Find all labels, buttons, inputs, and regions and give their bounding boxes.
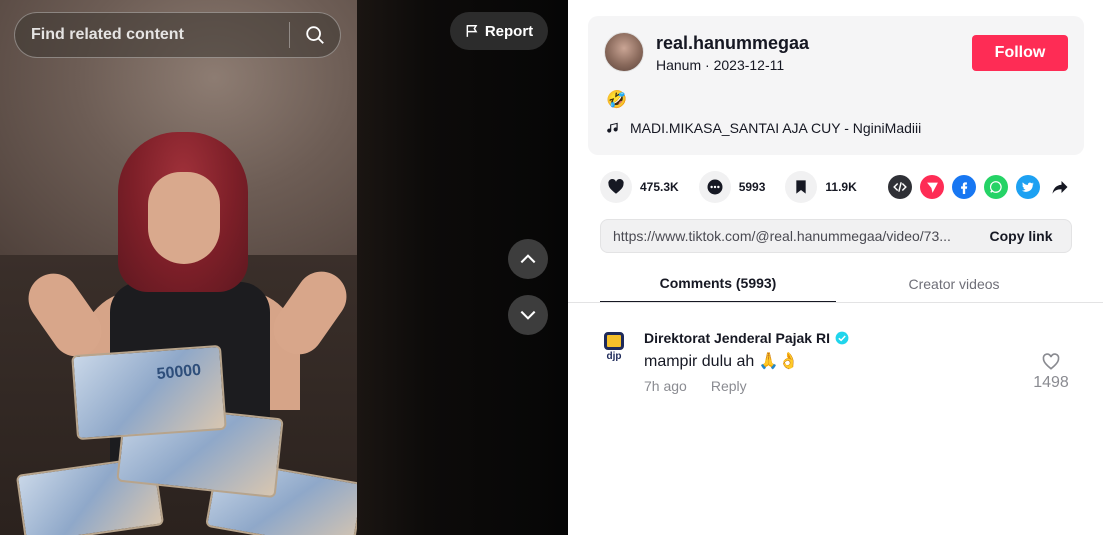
whatsapp-icon[interactable] xyxy=(984,175,1008,199)
search-button[interactable] xyxy=(290,12,340,58)
embed-icon[interactable] xyxy=(888,175,912,199)
like-button[interactable]: 475.3K xyxy=(600,171,679,203)
djp-logo-icon xyxy=(604,332,624,350)
comment-text: mampir dulu ah 🙏👌 xyxy=(644,353,799,370)
send-icon[interactable] xyxy=(920,175,944,199)
comment-count: 5993 xyxy=(738,180,766,194)
facebook-f-icon xyxy=(961,182,968,194)
related-search-input[interactable] xyxy=(15,26,289,44)
like-count: 475.3K xyxy=(640,180,679,194)
banknote-label: 50000 xyxy=(155,361,202,384)
next-video-button[interactable] xyxy=(508,295,548,335)
like-icon-wrap xyxy=(600,171,632,203)
comment-like-count: 1498 xyxy=(1033,374,1069,391)
music-link[interactable]: MADI.MIKASA_SANTAI AJA CUY - NginiMadiii xyxy=(606,120,921,136)
comment-like-button[interactable]: 1498 xyxy=(1030,352,1072,392)
money-stack: 50000 xyxy=(71,344,227,441)
video-info-panel: real.hanummegaa Hanum · 2023-12-11 Follo… xyxy=(568,0,1103,535)
previous-video-button[interactable] xyxy=(508,239,548,279)
author-card: real.hanummegaa Hanum · 2023-12-11 Follo… xyxy=(588,16,1084,155)
flag-icon xyxy=(466,25,478,37)
music-note-icon xyxy=(607,122,618,133)
comment-meta: 7h ago Reply xyxy=(644,378,747,394)
author-nickname: Hanum xyxy=(656,57,702,73)
action-bar: 475.3K 5993 11.9K xyxy=(600,171,877,203)
reply-button[interactable]: Reply xyxy=(711,378,747,394)
paper-plane-icon xyxy=(926,182,938,193)
twitter-bird-icon xyxy=(1021,182,1034,192)
video-url[interactable]: https://www.tiktok.com/@real.hanummegaa/… xyxy=(601,228,971,244)
twitter-icon[interactable] xyxy=(1016,175,1040,199)
chevron-down-icon xyxy=(520,310,536,320)
comment-time: 7h ago xyxy=(644,378,687,394)
panel-tabs: Comments (5993) Creator videos xyxy=(600,265,1072,303)
comment-button[interactable]: 5993 xyxy=(698,171,766,203)
post-date: 2023-12-11 xyxy=(713,57,785,73)
tab-creator-videos[interactable]: Creator videos xyxy=(836,265,1072,303)
nick-separator: · xyxy=(701,57,714,73)
save-button[interactable]: 11.9K xyxy=(785,171,857,203)
tabs-divider xyxy=(568,302,1103,303)
tiktok-video-page: 50000 Report xyxy=(0,0,1103,535)
video-frame[interactable]: 50000 xyxy=(0,0,357,535)
comment-icon xyxy=(707,179,723,195)
share-arrow-icon[interactable] xyxy=(1048,175,1072,199)
share-row xyxy=(888,175,1072,199)
commenter-avatar[interactable]: djp xyxy=(600,332,628,368)
forward-arrow-icon xyxy=(1052,181,1068,194)
code-brackets-icon xyxy=(893,182,907,192)
report-label: Report xyxy=(484,22,534,40)
whatsapp-phone-icon xyxy=(989,181,1002,193)
follow-button[interactable]: Follow xyxy=(972,35,1068,71)
music-title: MADI.MIKASA_SANTAI AJA CUY - NginiMadiii xyxy=(630,120,922,136)
related-search-box[interactable] xyxy=(14,12,341,58)
save-count: 11.9K xyxy=(825,180,857,194)
verified-badge-icon xyxy=(835,331,849,345)
author-avatar[interactable] xyxy=(604,32,644,72)
report-button[interactable]: Report xyxy=(450,12,548,50)
person-face xyxy=(148,172,220,264)
commenter-name-row: Direktorat Jenderal Pajak RI xyxy=(644,330,849,346)
save-icon-wrap xyxy=(785,171,818,203)
video-player[interactable]: 50000 Report xyxy=(0,0,568,535)
chevron-up-icon xyxy=(520,254,536,264)
video-description: 🤣 xyxy=(606,90,628,109)
facebook-icon[interactable] xyxy=(952,175,976,199)
copy-link-button[interactable]: Copy link xyxy=(971,220,1071,252)
heart-icon xyxy=(608,178,624,194)
heart-outline-icon xyxy=(1042,353,1060,370)
comment-icon-wrap xyxy=(698,171,731,203)
search-icon xyxy=(306,26,324,44)
commenter-avatar-text: djp xyxy=(606,351,622,362)
video-link-box: https://www.tiktok.com/@real.hanummegaa/… xyxy=(600,219,1072,253)
author-nickname-date: Hanum · 2023-12-11 xyxy=(656,57,784,73)
commenter-name[interactable]: Direktorat Jenderal Pajak RI xyxy=(644,330,830,346)
tab-comments[interactable]: Comments (5993) xyxy=(600,265,836,303)
bookmark-icon xyxy=(796,180,807,194)
comment-item: djp Direktorat Jenderal Pajak RI mampir … xyxy=(600,328,1072,408)
author-username[interactable]: real.hanummegaa xyxy=(656,33,809,54)
